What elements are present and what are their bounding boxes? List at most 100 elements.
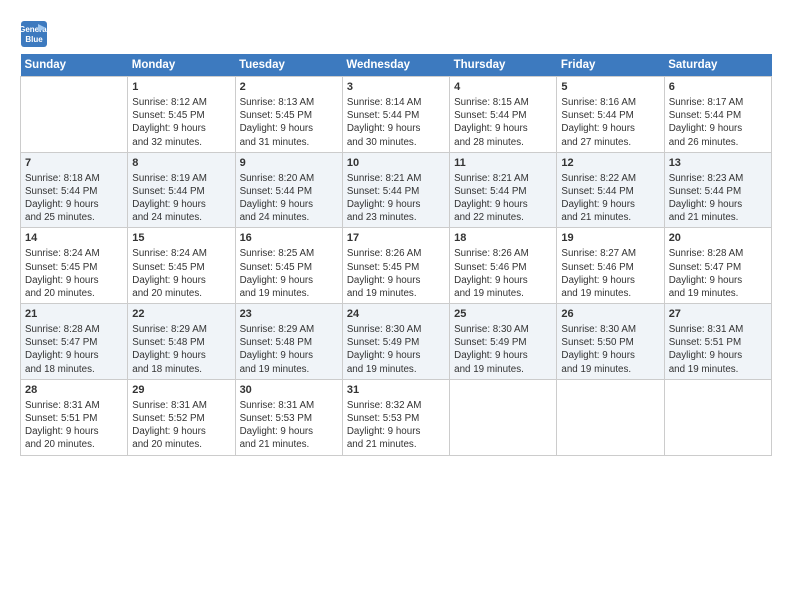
day-number: 12 bbox=[561, 156, 659, 171]
cell-info: and 19 minutes. bbox=[561, 287, 659, 300]
logo-icon: General Blue bbox=[20, 20, 48, 48]
cell-info: and 19 minutes. bbox=[454, 287, 552, 300]
day-cell: 26Sunrise: 8:30 AMSunset: 5:50 PMDayligh… bbox=[557, 304, 664, 380]
cell-info: Daylight: 9 hours bbox=[347, 122, 445, 135]
day-cell: 10Sunrise: 8:21 AMSunset: 5:44 PMDayligh… bbox=[342, 152, 449, 228]
cell-info: Daylight: 9 hours bbox=[561, 122, 659, 135]
day-number: 5 bbox=[561, 80, 659, 95]
day-cell: 24Sunrise: 8:30 AMSunset: 5:49 PMDayligh… bbox=[342, 304, 449, 380]
day-number: 20 bbox=[669, 231, 767, 246]
cell-info: Sunset: 5:49 PM bbox=[347, 336, 445, 349]
cell-info: Sunset: 5:45 PM bbox=[132, 109, 230, 122]
header-row: SundayMondayTuesdayWednesdayThursdayFrid… bbox=[21, 54, 772, 77]
cell-info: Sunrise: 8:22 AM bbox=[561, 172, 659, 185]
day-number: 23 bbox=[240, 307, 338, 322]
cell-info: and 24 minutes. bbox=[132, 211, 230, 224]
calendar-table: SundayMondayTuesdayWednesdayThursdayFrid… bbox=[20, 54, 772, 456]
week-row-3: 14Sunrise: 8:24 AMSunset: 5:45 PMDayligh… bbox=[21, 228, 772, 304]
day-cell: 11Sunrise: 8:21 AMSunset: 5:44 PMDayligh… bbox=[450, 152, 557, 228]
cell-info: Sunrise: 8:25 AM bbox=[240, 247, 338, 260]
cell-info: Daylight: 9 hours bbox=[25, 425, 123, 438]
week-row-4: 21Sunrise: 8:28 AMSunset: 5:47 PMDayligh… bbox=[21, 304, 772, 380]
cell-info: Sunrise: 8:30 AM bbox=[561, 323, 659, 336]
cell-info: and 27 minutes. bbox=[561, 136, 659, 149]
cell-info: Sunrise: 8:31 AM bbox=[25, 399, 123, 412]
day-number: 2 bbox=[240, 80, 338, 95]
day-number: 26 bbox=[561, 307, 659, 322]
day-number: 10 bbox=[347, 156, 445, 171]
cell-info: Daylight: 9 hours bbox=[347, 349, 445, 362]
cell-info: Sunrise: 8:16 AM bbox=[561, 96, 659, 109]
cell-info: Sunset: 5:49 PM bbox=[454, 336, 552, 349]
cell-info: and 19 minutes. bbox=[347, 363, 445, 376]
cell-info: Daylight: 9 hours bbox=[25, 198, 123, 211]
header-cell-friday: Friday bbox=[557, 54, 664, 77]
day-number: 6 bbox=[669, 80, 767, 95]
cell-info: and 21 minutes. bbox=[240, 438, 338, 451]
day-cell: 14Sunrise: 8:24 AMSunset: 5:45 PMDayligh… bbox=[21, 228, 128, 304]
cell-info: Sunrise: 8:18 AM bbox=[25, 172, 123, 185]
cell-info: Sunset: 5:46 PM bbox=[561, 261, 659, 274]
week-row-5: 28Sunrise: 8:31 AMSunset: 5:51 PMDayligh… bbox=[21, 379, 772, 455]
day-cell: 5Sunrise: 8:16 AMSunset: 5:44 PMDaylight… bbox=[557, 77, 664, 153]
cell-info: and 18 minutes. bbox=[25, 363, 123, 376]
cell-info: Sunrise: 8:20 AM bbox=[240, 172, 338, 185]
cell-info: Sunset: 5:44 PM bbox=[454, 109, 552, 122]
day-number: 31 bbox=[347, 383, 445, 398]
cell-info: Sunset: 5:45 PM bbox=[240, 109, 338, 122]
calendar-body: 1Sunrise: 8:12 AMSunset: 5:45 PMDaylight… bbox=[21, 77, 772, 456]
day-number: 24 bbox=[347, 307, 445, 322]
cell-info: Daylight: 9 hours bbox=[240, 198, 338, 211]
cell-info: Sunset: 5:51 PM bbox=[25, 412, 123, 425]
cell-info: Sunrise: 8:31 AM bbox=[669, 323, 767, 336]
day-cell: 23Sunrise: 8:29 AMSunset: 5:48 PMDayligh… bbox=[235, 304, 342, 380]
cell-info: Sunrise: 8:28 AM bbox=[25, 323, 123, 336]
cell-info: Daylight: 9 hours bbox=[561, 274, 659, 287]
cell-info: Daylight: 9 hours bbox=[454, 198, 552, 211]
cell-info: Sunset: 5:45 PM bbox=[240, 261, 338, 274]
cell-info: Sunset: 5:51 PM bbox=[669, 336, 767, 349]
cell-info: Daylight: 9 hours bbox=[25, 274, 123, 287]
cell-info: Sunset: 5:52 PM bbox=[132, 412, 230, 425]
cell-info: Sunset: 5:48 PM bbox=[240, 336, 338, 349]
cell-info: Daylight: 9 hours bbox=[454, 274, 552, 287]
header-cell-tuesday: Tuesday bbox=[235, 54, 342, 77]
day-number: 9 bbox=[240, 156, 338, 171]
day-cell: 12Sunrise: 8:22 AMSunset: 5:44 PMDayligh… bbox=[557, 152, 664, 228]
day-cell: 27Sunrise: 8:31 AMSunset: 5:51 PMDayligh… bbox=[664, 304, 771, 380]
day-number: 4 bbox=[454, 80, 552, 95]
cell-info: Sunrise: 8:13 AM bbox=[240, 96, 338, 109]
cell-info: Sunrise: 8:23 AM bbox=[669, 172, 767, 185]
cell-info: and 21 minutes. bbox=[669, 211, 767, 224]
cell-info: Sunset: 5:47 PM bbox=[669, 261, 767, 274]
cell-info: and 19 minutes. bbox=[561, 363, 659, 376]
cell-info: Sunrise: 8:27 AM bbox=[561, 247, 659, 260]
header-cell-sunday: Sunday bbox=[21, 54, 128, 77]
calendar-header: SundayMondayTuesdayWednesdayThursdayFrid… bbox=[21, 54, 772, 77]
cell-info: Daylight: 9 hours bbox=[132, 198, 230, 211]
day-number: 18 bbox=[454, 231, 552, 246]
cell-info: Sunrise: 8:30 AM bbox=[347, 323, 445, 336]
cell-info: and 22 minutes. bbox=[454, 211, 552, 224]
day-number: 28 bbox=[25, 383, 123, 398]
cell-info: Daylight: 9 hours bbox=[669, 349, 767, 362]
page: General Blue SundayMondayTuesdayWednesda… bbox=[0, 0, 792, 612]
day-cell: 22Sunrise: 8:29 AMSunset: 5:48 PMDayligh… bbox=[128, 304, 235, 380]
day-number: 19 bbox=[561, 231, 659, 246]
day-cell bbox=[450, 379, 557, 455]
day-cell bbox=[557, 379, 664, 455]
day-cell: 28Sunrise: 8:31 AMSunset: 5:51 PMDayligh… bbox=[21, 379, 128, 455]
day-cell: 21Sunrise: 8:28 AMSunset: 5:47 PMDayligh… bbox=[21, 304, 128, 380]
cell-info: and 28 minutes. bbox=[454, 136, 552, 149]
cell-info: Sunset: 5:48 PM bbox=[132, 336, 230, 349]
day-cell: 16Sunrise: 8:25 AMSunset: 5:45 PMDayligh… bbox=[235, 228, 342, 304]
cell-info: Sunrise: 8:31 AM bbox=[132, 399, 230, 412]
header-cell-monday: Monday bbox=[128, 54, 235, 77]
cell-info: and 19 minutes. bbox=[454, 363, 552, 376]
day-number: 3 bbox=[347, 80, 445, 95]
cell-info: and 21 minutes. bbox=[347, 438, 445, 451]
cell-info: Sunset: 5:44 PM bbox=[561, 185, 659, 198]
cell-info: Sunrise: 8:29 AM bbox=[132, 323, 230, 336]
day-cell: 20Sunrise: 8:28 AMSunset: 5:47 PMDayligh… bbox=[664, 228, 771, 304]
cell-info: and 21 minutes. bbox=[561, 211, 659, 224]
